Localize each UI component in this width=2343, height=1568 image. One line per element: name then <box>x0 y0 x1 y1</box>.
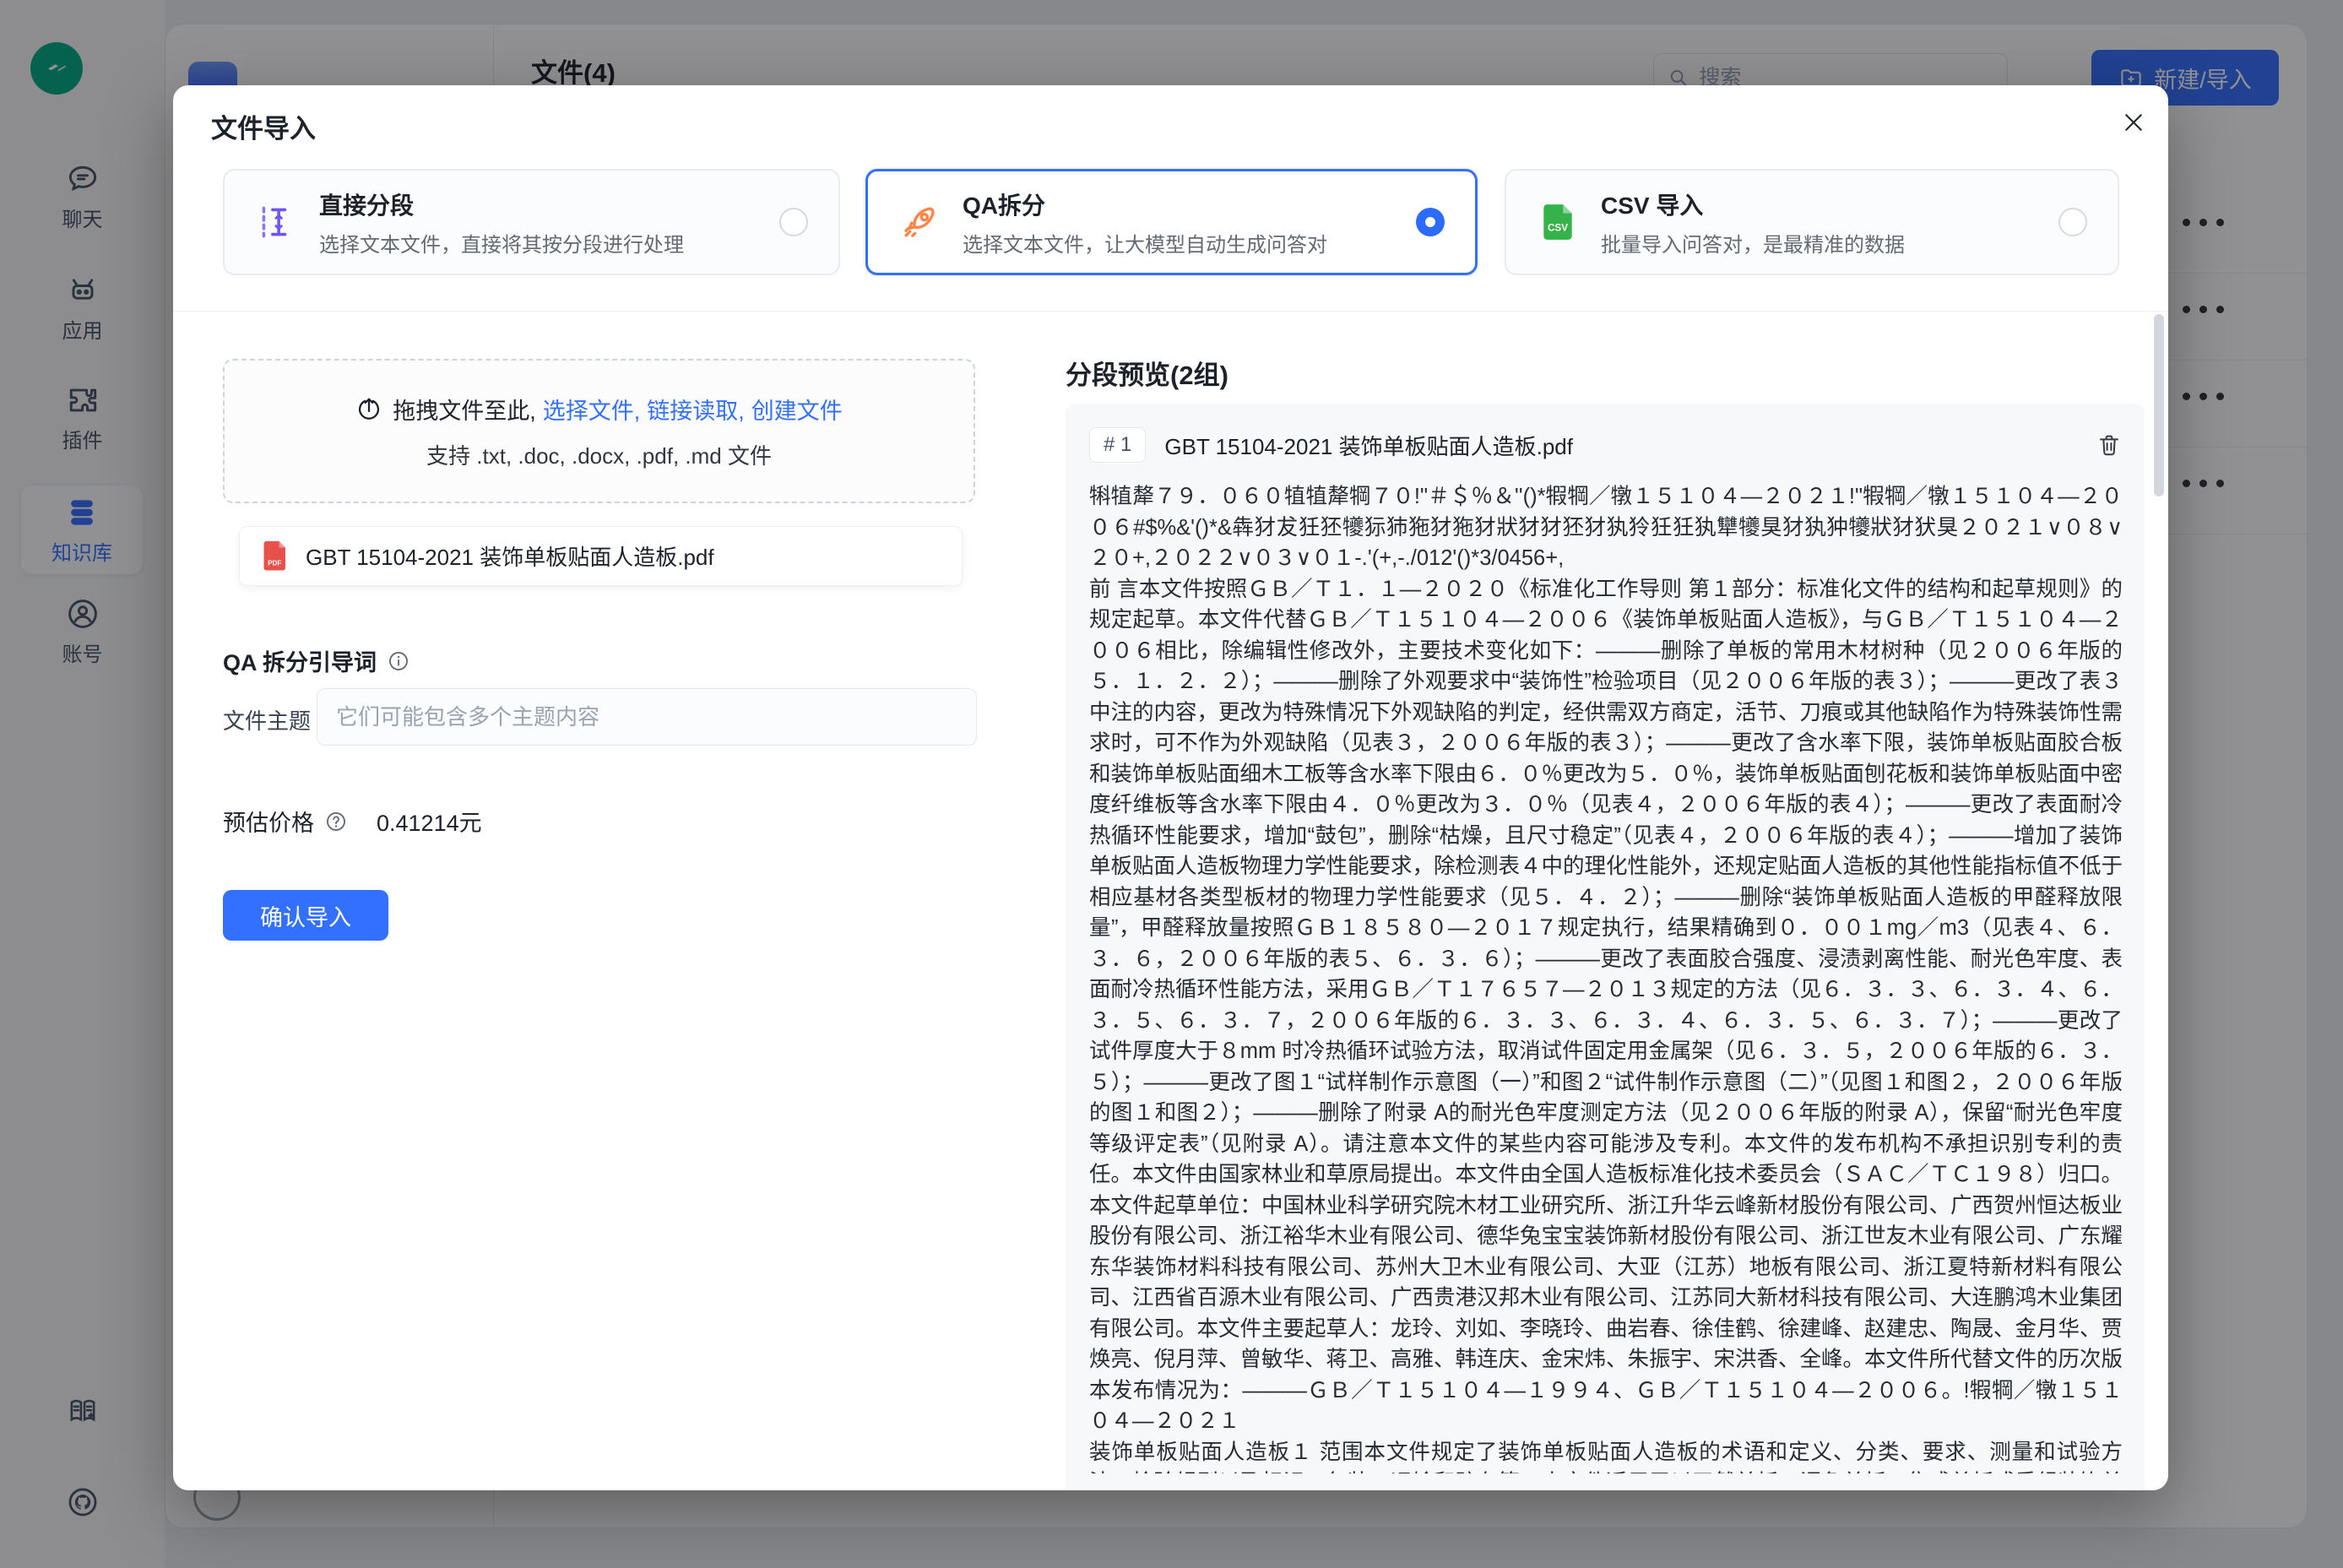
uploaded-file-name: GBT 15104-2021 装饰单板贴面人造板.pdf <box>306 540 714 572</box>
divider <box>173 311 2168 312</box>
modal-title: 文件导入 <box>211 107 316 145</box>
radio-direct-segment[interactable] <box>779 208 808 236</box>
mode-title: CSV 导入 <box>1601 187 2037 221</box>
price-row: 预估价格 0.41214元 <box>223 805 482 838</box>
scrollbar-thumb[interactable] <box>2154 314 2164 496</box>
mode-card-direct-segment[interactable]: 直接分段 选择文本文件，直接将其按分段进行处理 <box>223 169 840 275</box>
chunk-text: 犐犆犛７９．０６０犆犆犛犅７０!"＃＄％＆''()*犌犅／犜１５１０４—２０２１… <box>1089 481 2123 1473</box>
topic-input[interactable] <box>317 688 977 746</box>
confirm-import-button[interactable]: 确认导入 <box>223 890 388 941</box>
preview-chunk: # 1 GBT 15104-2021 装饰单板贴面人造板.pdf 犐犆犛７９．０… <box>1066 404 2145 1490</box>
close-icon <box>2121 110 2146 135</box>
mode-card-csv-import[interactable]: CSV CSV 导入 批量导入问答对，是最精准的数据 <box>1505 169 2119 275</box>
qa-prompt-label: QA 拆分引导词 <box>223 644 377 677</box>
chunk-index-badge: # 1 <box>1089 427 1146 463</box>
upload-drag-text: 拖拽文件至此, <box>393 393 536 426</box>
radio-csv-import[interactable] <box>2058 208 2087 236</box>
upload-icon <box>355 395 382 422</box>
svg-text:PDF: PDF <box>268 559 281 567</box>
create-file-link[interactable]: 创建文件 <box>751 393 843 426</box>
question-icon[interactable] <box>324 810 348 833</box>
price-label: 预估价格 <box>223 805 314 838</box>
topic-label: 文件主题 <box>223 704 311 735</box>
info-icon[interactable] <box>387 649 410 673</box>
mode-title: 直接分段 <box>319 187 757 221</box>
mode-desc: 选择文本文件，直接将其按分段进行处理 <box>319 228 757 258</box>
price-value: 0.41214元 <box>377 805 482 838</box>
upload-support-text: 支持 .txt, .doc, .docx, .pdf, .md 文件 <box>426 439 772 470</box>
select-file-link[interactable]: 选择文件, <box>543 393 641 426</box>
link-read-link[interactable]: 链接读取, <box>647 393 745 426</box>
delete-chunk-icon[interactable] <box>2096 431 2123 458</box>
mode-card-qa-split[interactable]: QA拆分 选择文本文件，让大模型自动生成问答对 <box>865 169 1478 275</box>
upload-dropzone[interactable]: 拖拽文件至此, 选择文件, 链接读取, 创建文件 支持 .txt, .doc, … <box>223 359 975 503</box>
mode-title: QA拆分 <box>963 187 1394 221</box>
screen: 聊天 应用 插件 知识库 <box>0 0 2343 1568</box>
segment-icon <box>255 201 297 243</box>
svg-text:CSV: CSV <box>1548 222 1568 233</box>
preview-title: 分段预览(2组) <box>1066 354 1228 392</box>
pdf-file-icon: PDF <box>260 540 290 573</box>
radio-qa-split[interactable] <box>1416 208 1445 236</box>
chunk-source-file: GBT 15104-2021 装饰单板贴面人造板.pdf <box>1164 430 2077 461</box>
mode-desc: 选择文本文件，让大模型自动生成问答对 <box>963 228 1394 258</box>
file-import-modal: 文件导入 直接分段 选择文本文件，直接将其按分段进行处理 <box>173 85 2168 1490</box>
qa-prompt-label-row: QA 拆分引导词 <box>223 644 410 677</box>
csv-file-icon: CSV <box>1537 201 1579 243</box>
mode-desc: 批量导入问答对，是最精准的数据 <box>1601 228 2037 258</box>
uploaded-file-item[interactable]: PDF GBT 15104-2021 装饰单板贴面人造板.pdf <box>239 526 963 586</box>
rocket-icon <box>898 201 941 243</box>
close-button[interactable] <box>2115 104 2152 141</box>
